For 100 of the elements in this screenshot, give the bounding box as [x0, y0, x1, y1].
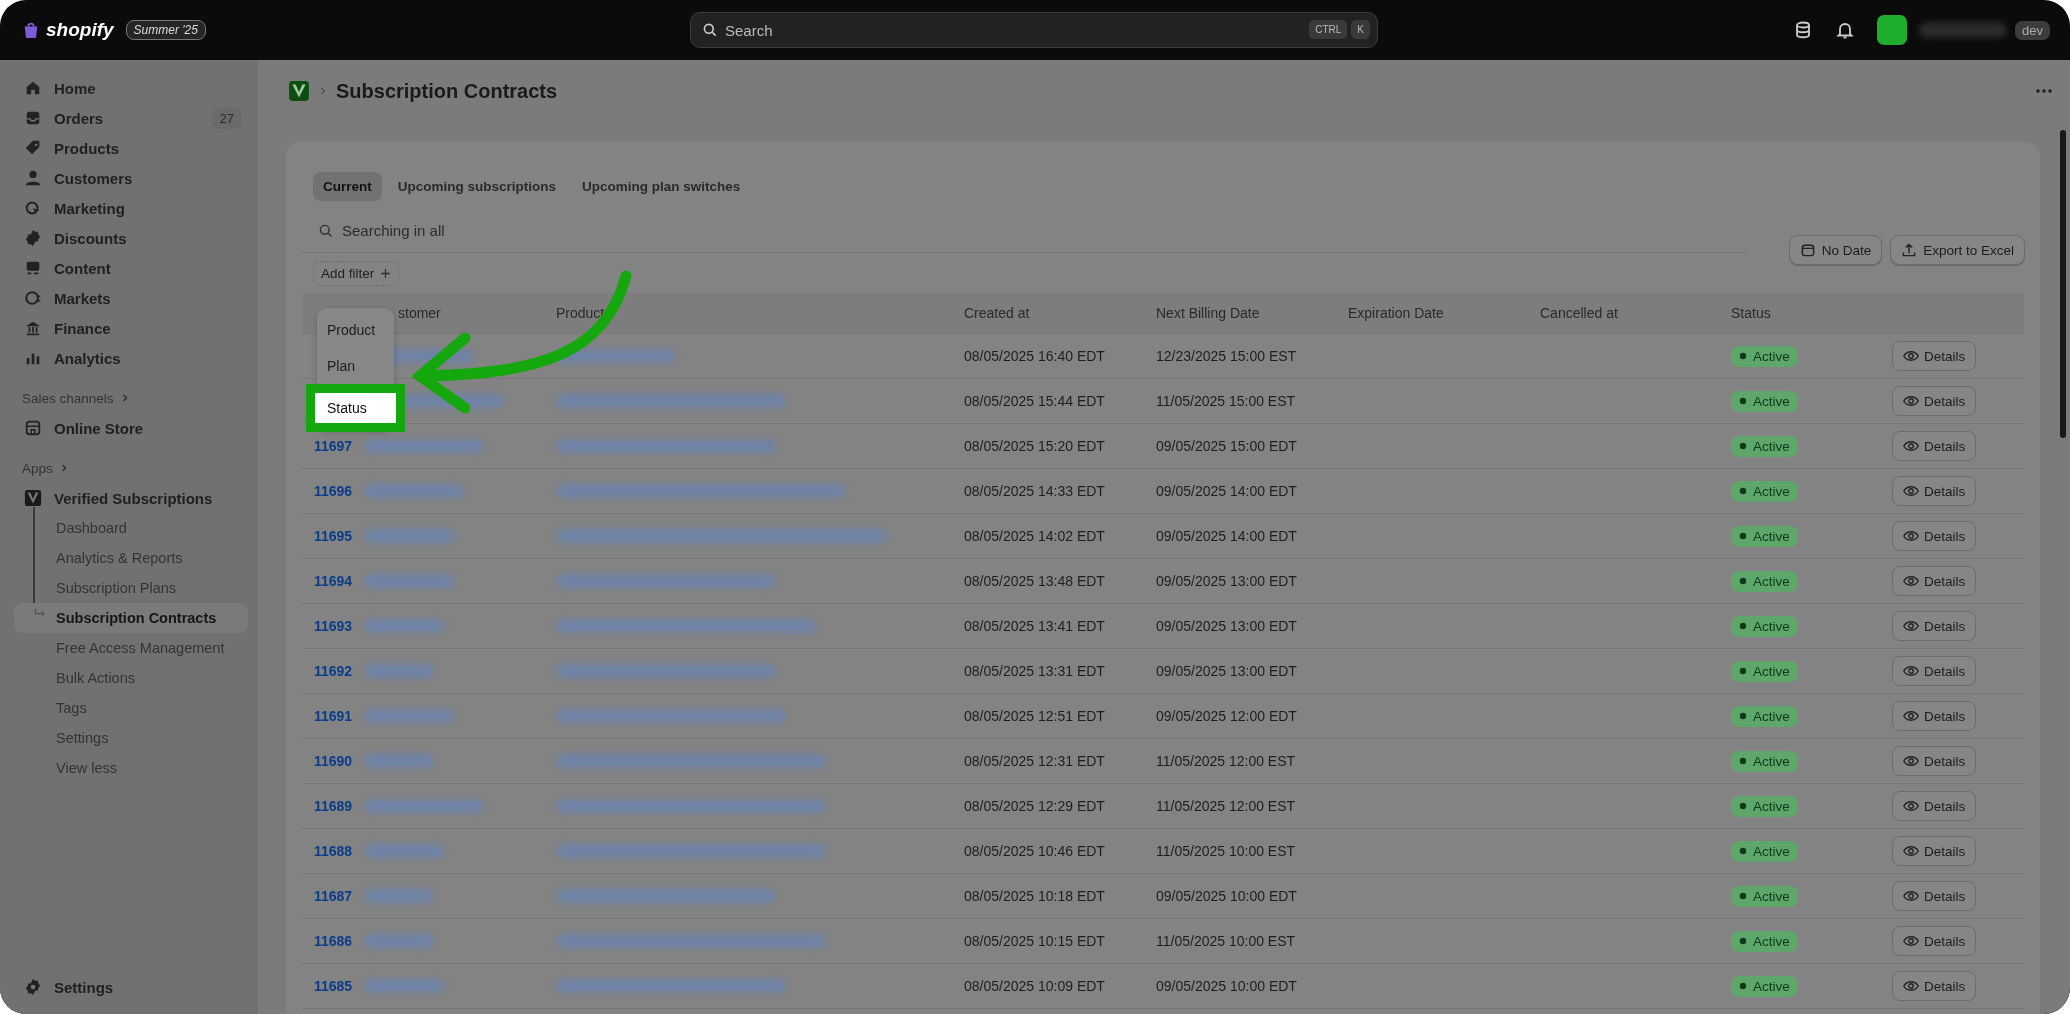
table-cell-text: 08/05/2025 10:15 EDT: [964, 933, 1106, 949]
details-button[interactable]: Details: [1892, 476, 1977, 506]
contract-link[interactable]: 11688: [314, 843, 353, 859]
eye-icon: [1903, 393, 1919, 409]
home-icon: [24, 79, 42, 97]
nav-item[interactable]: Products: [12, 133, 248, 163]
table-cell-text: 12/23/2025 15:00 EST: [1156, 348, 1298, 364]
nav-item[interactable]: Orders 27: [12, 103, 248, 133]
details-button[interactable]: Details: [1892, 791, 1977, 821]
avatar[interactable]: [1877, 15, 1908, 45]
action-button[interactable]: No Date: [1788, 235, 1883, 265]
nav-subitem[interactable]: Settings: [14, 723, 248, 753]
contract-link[interactable]: 11686: [314, 933, 353, 949]
details-button[interactable]: Details: [1892, 341, 1977, 371]
details-button[interactable]: Details: [1892, 926, 1977, 956]
nav-item[interactable]: Content: [12, 253, 248, 283]
table-cell-text: 08/05/2025 10:18 EDT: [964, 888, 1106, 904]
contract-link[interactable]: 11689: [314, 798, 353, 814]
eye-icon: [1903, 438, 1919, 454]
nav-item[interactable]: Home: [12, 73, 248, 103]
table-cell-text: 09/05/2025 14:00 EDT: [1156, 483, 1298, 499]
details-button[interactable]: Details: [1892, 566, 1977, 596]
details-button[interactable]: Details: [1892, 386, 1977, 416]
table-cell-text: 11/05/2025 12:00 EST: [1156, 798, 1297, 814]
column-header: Created at: [964, 305, 1031, 321]
nav-item[interactable]: Finance: [12, 313, 248, 343]
nav-item[interactable]: Markets: [12, 283, 248, 313]
menu-item[interactable]: Plan: [317, 348, 394, 384]
nav-item[interactable]: Online Store: [12, 413, 248, 443]
status-badge: Active: [1731, 480, 1798, 502]
table-cell-text: 08/05/2025 10:46 EDT: [964, 843, 1106, 859]
nav-item[interactable]: Verified Subscriptions: [12, 483, 248, 513]
details-button[interactable]: Details: [1892, 521, 1977, 551]
eye-icon: [1903, 933, 1919, 949]
contract-link[interactable]: 11691: [314, 708, 353, 724]
contract-link[interactable]: 11693: [314, 618, 353, 634]
nav-subitem[interactable]: View less: [14, 753, 248, 783]
eye-icon: [1903, 798, 1919, 814]
tag-icon: [24, 139, 42, 157]
nav-subitem[interactable]: Bulk Actions: [14, 663, 248, 693]
status-dot-icon: [1739, 757, 1747, 765]
details-button[interactable]: Details: [1892, 656, 1977, 686]
details-button[interactable]: Details: [1892, 701, 1977, 731]
table-cell-text: 08/05/2025 16:40 EDT: [964, 348, 1106, 364]
menu-item[interactable]: Product: [317, 312, 394, 348]
more-icon[interactable]: [2036, 89, 2052, 93]
tab[interactable]: Upcoming plan switches: [572, 172, 751, 201]
details-button[interactable]: Details: [1892, 881, 1977, 911]
action-button[interactable]: Export to Excel: [1890, 235, 2025, 265]
account-badge: dev: [2015, 20, 2050, 40]
add-filter-button[interactable]: Add filter: [313, 260, 400, 286]
contract-link[interactable]: 11687: [314, 888, 353, 904]
nav-subitem[interactable]: Subscription Plans: [14, 573, 248, 603]
details-button[interactable]: Details: [1892, 431, 1977, 461]
contract-link[interactable]: 11690: [314, 753, 353, 769]
details-button[interactable]: Details: [1892, 836, 1977, 866]
status-dot-icon: [1739, 712, 1747, 720]
contract-link[interactable]: 11696: [314, 483, 353, 499]
upload-icon: [1901, 242, 1918, 258]
eye-icon: [1903, 348, 1919, 364]
nav-subitem[interactable]: Analytics & Reports: [14, 543, 248, 573]
nav-item[interactable]: Analytics: [12, 343, 248, 373]
contract-link[interactable]: 11694: [314, 573, 353, 589]
section-link[interactable]: Sales channels: [12, 383, 248, 413]
contract-link[interactable]: 11692: [314, 663, 353, 679]
details-button[interactable]: Details: [1892, 611, 1977, 641]
status-dot-icon: [1739, 487, 1747, 495]
section-link[interactable]: Apps: [12, 453, 248, 483]
nav-subitem[interactable]: Dashboard: [14, 513, 248, 543]
tab[interactable]: Upcoming subscriptions: [387, 172, 567, 201]
eye-icon: [1903, 708, 1919, 724]
table-cell-text: 08/05/2025 15:44 EDT: [964, 393, 1106, 409]
nav-subitem[interactable]: Subscription Contracts: [14, 603, 248, 633]
details-button[interactable]: Details: [1892, 971, 1977, 1001]
eye-icon: [1903, 573, 1919, 589]
table-cell-text: 09/05/2025 13:00 EDT: [1156, 573, 1298, 589]
contract-link[interactable]: 11685: [314, 978, 353, 994]
contract-link[interactable]: 11695: [314, 528, 353, 544]
nav-item[interactable]: Discounts: [12, 223, 248, 253]
details-button[interactable]: Details: [1892, 746, 1977, 776]
search-field[interactable]: Searching in all: [302, 209, 1747, 253]
tab[interactable]: Current: [313, 172, 382, 201]
nav-subitem[interactable]: Free Access Management: [14, 633, 248, 663]
status-badge: Active: [1731, 570, 1798, 592]
status-dot-icon: [1739, 892, 1747, 900]
nav-item[interactable]: Marketing: [12, 193, 248, 223]
table-cell-text: 11/05/2025 10:00 EST: [1156, 843, 1297, 859]
contract-link[interactable]: 11697: [314, 438, 353, 454]
table-cell-text: 11/05/2025 10:00 EST: [1156, 933, 1297, 949]
badge-icon: [24, 229, 42, 247]
page-title: Subscription Contracts: [336, 79, 558, 103]
eye-icon: [1903, 618, 1919, 634]
scrollbar[interactable]: [2060, 130, 2066, 438]
nav-item[interactable]: Settings: [12, 972, 248, 1002]
nav-subitem[interactable]: Tags: [14, 693, 248, 723]
person-icon: [24, 169, 42, 187]
status-badge: Active: [1731, 660, 1798, 682]
table-cell-text: 08/05/2025 12:31 EDT: [964, 753, 1106, 769]
nav-item[interactable]: Customers: [12, 163, 248, 193]
status-dot-icon: [1739, 802, 1747, 810]
